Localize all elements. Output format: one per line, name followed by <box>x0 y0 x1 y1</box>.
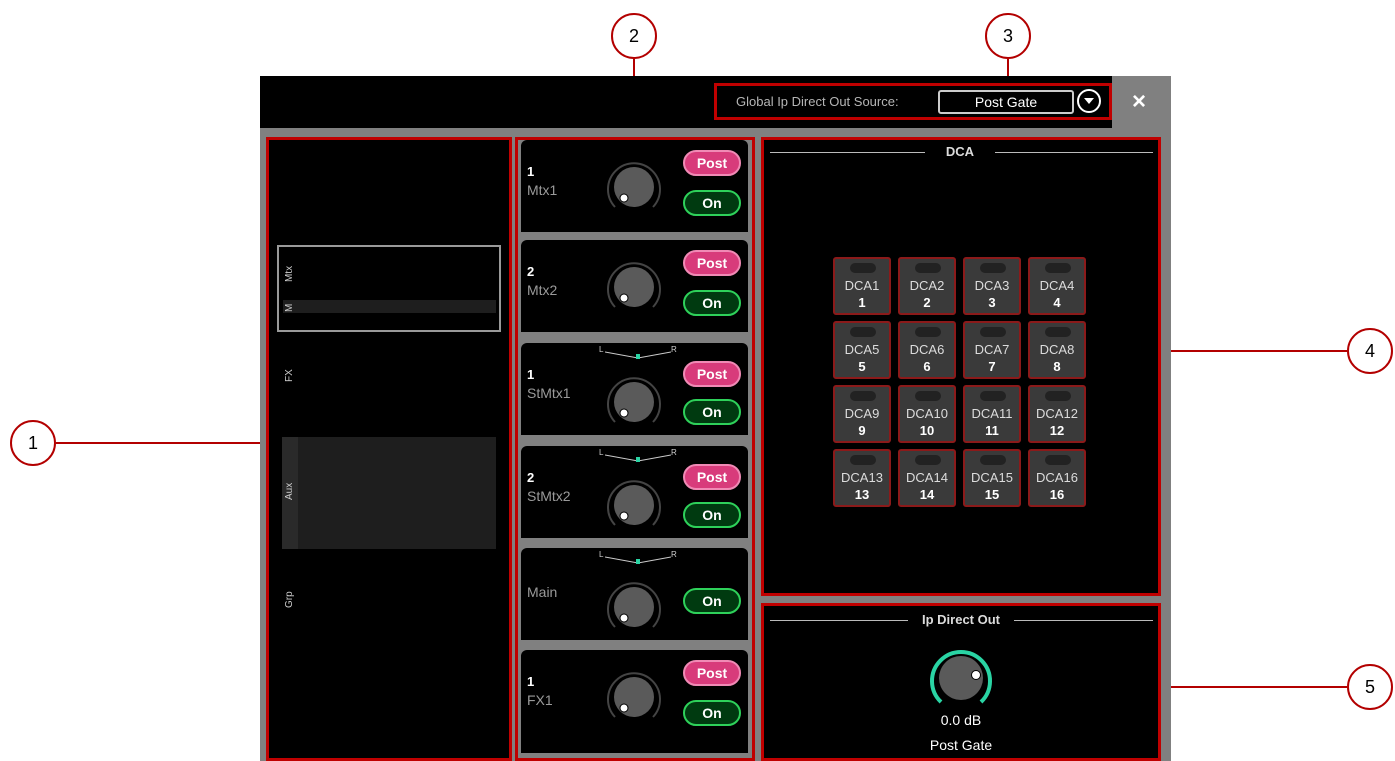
dca-led <box>980 327 1006 337</box>
dca-number: 4 <box>1053 295 1061 310</box>
tab-fx-label[interactable]: FX <box>284 369 295 382</box>
dca-number: 13 <box>854 487 870 502</box>
dca-title-rule-left <box>770 152 925 153</box>
dca-button[interactable]: DCA10 10 <box>898 385 956 443</box>
dca-name: DCA16 <box>1036 470 1078 485</box>
dca-name: DCA3 <box>974 278 1010 293</box>
close-button[interactable]: × <box>1132 88 1146 116</box>
dca-number: 16 <box>1049 487 1065 502</box>
chevron-down-icon[interactable] <box>1077 89 1101 113</box>
dca-button[interactable]: DCA3 3 <box>963 257 1021 315</box>
dca-led <box>850 391 876 401</box>
dca-button[interactable]: DCA4 4 <box>1028 257 1086 315</box>
direct-out-title-rule-left <box>770 620 908 621</box>
dca-name: DCA7 <box>974 342 1010 357</box>
dca-number: 12 <box>1049 423 1065 438</box>
dca-title-rule-right <box>995 152 1153 153</box>
callout-3: 3 <box>985 13 1031 59</box>
dca-number: 10 <box>919 423 935 438</box>
dca-name: DCA14 <box>906 470 948 485</box>
tab-aux-label: Aux <box>284 482 295 500</box>
dca-led <box>980 455 1006 465</box>
tab-mtx[interactable] <box>277 245 501 332</box>
dca-led <box>850 455 876 465</box>
dca-name: DCA6 <box>909 342 945 357</box>
dca-number: 15 <box>984 487 1000 502</box>
dca-button[interactable]: DCA16 16 <box>1028 449 1086 507</box>
tab-aux[interactable] <box>282 437 496 549</box>
dca-name: DCA4 <box>1039 278 1075 293</box>
dca-name: DCA5 <box>844 342 880 357</box>
dca-panel-highlight <box>761 137 1161 596</box>
dca-led <box>915 327 941 337</box>
dca-name: DCA2 <box>909 278 945 293</box>
dca-number: 2 <box>923 295 931 310</box>
dca-number: 6 <box>923 359 931 374</box>
callout-4: 4 <box>1347 328 1393 374</box>
callout-1: 1 <box>10 420 56 466</box>
tab-mtx-m-row[interactable] <box>283 300 496 313</box>
dca-button[interactable]: DCA11 11 <box>963 385 1021 443</box>
dca-button[interactable]: DCA15 15 <box>963 449 1021 507</box>
dca-button[interactable]: DCA5 5 <box>833 321 891 379</box>
callout-5-line <box>1160 686 1347 688</box>
dca-led <box>850 327 876 337</box>
tab-m-label: M <box>284 303 295 312</box>
dca-name: DCA12 <box>1036 406 1078 421</box>
direct-out-level: 0.0 dB <box>940 712 982 728</box>
dca-led <box>915 391 941 401</box>
dca-button[interactable]: DCA1 1 <box>833 257 891 315</box>
dca-button[interactable]: DCA2 2 <box>898 257 956 315</box>
dca-led <box>1045 263 1071 273</box>
dca-number: 3 <box>988 295 996 310</box>
source-dropdown[interactable]: Post Gate <box>938 90 1074 114</box>
dca-button[interactable]: DCA9 9 <box>833 385 891 443</box>
callout-1-line <box>56 442 268 444</box>
dca-number: 9 <box>858 423 866 438</box>
dca-led <box>1045 391 1071 401</box>
dca-led <box>915 263 941 273</box>
dca-name: DCA11 <box>971 406 1013 421</box>
dca-name: DCA10 <box>906 406 948 421</box>
callout-4-line <box>1160 350 1347 352</box>
direct-out-source: Post Gate <box>929 737 993 753</box>
dca-button[interactable]: DCA8 8 <box>1028 321 1086 379</box>
dca-led <box>850 263 876 273</box>
dca-button[interactable]: DCA12 12 <box>1028 385 1086 443</box>
source-label: Global Ip Direct Out Source: <box>736 94 899 109</box>
dca-led <box>915 455 941 465</box>
direct-out-title-rule-right <box>1014 620 1153 621</box>
tab-grp-label[interactable]: Grp <box>284 591 295 608</box>
dca-number: 5 <box>858 359 866 374</box>
callout-5: 5 <box>1347 664 1393 710</box>
dca-name: DCA9 <box>844 406 880 421</box>
dca-number: 8 <box>1053 359 1061 374</box>
dca-name: DCA15 <box>971 470 1013 485</box>
dca-led <box>1045 327 1071 337</box>
dca-led <box>980 391 1006 401</box>
dca-button[interactable]: DCA7 7 <box>963 321 1021 379</box>
dca-number: 11 <box>985 423 999 438</box>
strip-column-highlight <box>515 137 755 761</box>
source-dropdown-value: Post Gate <box>974 94 1038 110</box>
dca-led <box>980 263 1006 273</box>
dca-number: 7 <box>988 359 996 374</box>
dca-number: 1 <box>858 295 866 310</box>
dca-name: DCA13 <box>841 470 883 485</box>
dca-button[interactable]: DCA13 13 <box>833 449 891 507</box>
dca-name: DCA1 <box>844 278 880 293</box>
dca-name: DCA8 <box>1039 342 1075 357</box>
callout-2: 2 <box>611 13 657 59</box>
dca-title: DCA <box>945 144 975 159</box>
tab-mtx-label: Mtx <box>284 265 295 282</box>
dca-number: 14 <box>919 487 935 502</box>
direct-out-gain-knob[interactable] <box>927 644 995 712</box>
direct-out-title: Ip Direct Out <box>921 612 1000 627</box>
dca-button[interactable]: DCA6 6 <box>898 321 956 379</box>
dca-button[interactable]: DCA14 14 <box>898 449 956 507</box>
dca-led <box>1045 455 1071 465</box>
